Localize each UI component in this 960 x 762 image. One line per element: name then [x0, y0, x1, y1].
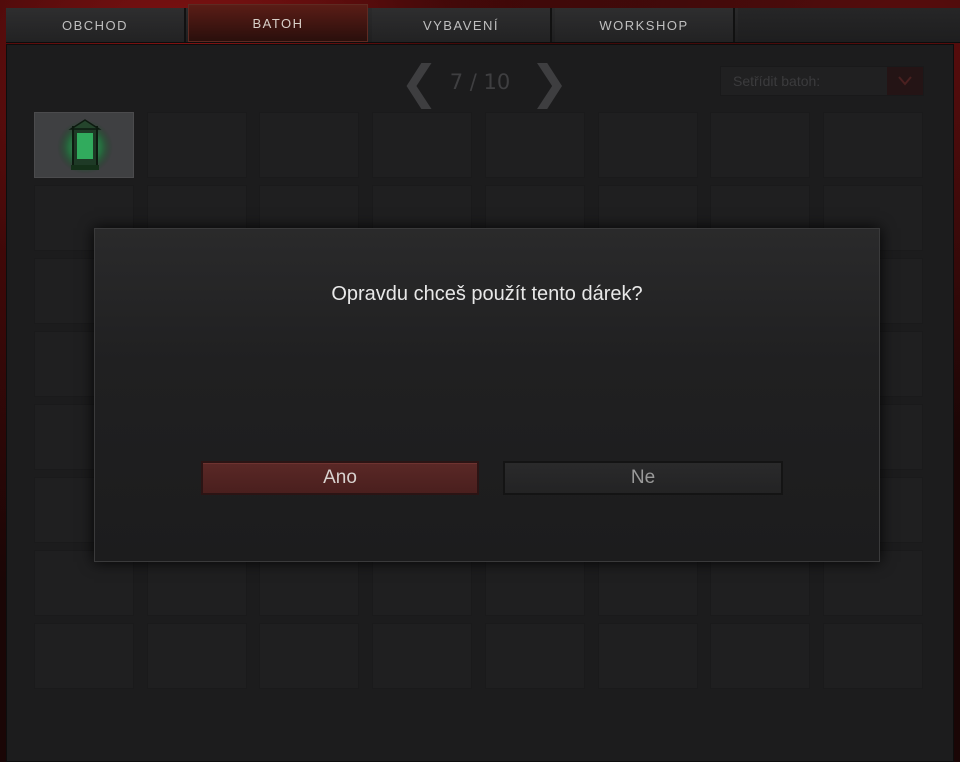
confirm-dialog: Opravdu chceš použít tento dárek? Ano Ne [94, 228, 880, 562]
modal-overlay: Opravdu chceš použít tento dárek? Ano Ne [0, 0, 960, 762]
cancel-button[interactable]: Ne [503, 461, 783, 495]
dialog-question: Opravdu chceš použít tento dárek? [331, 283, 643, 305]
confirm-button[interactable]: Ano [201, 461, 479, 495]
